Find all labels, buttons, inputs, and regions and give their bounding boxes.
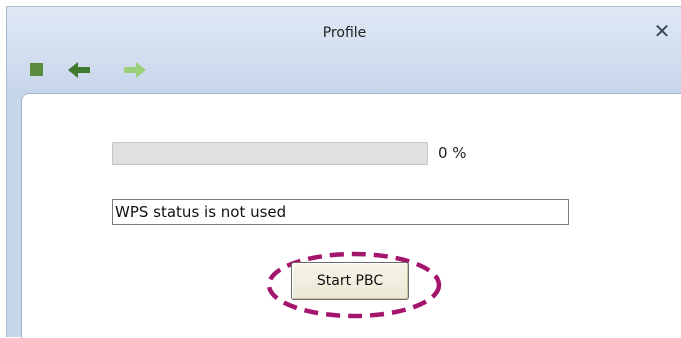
title-bar: Profile ✕	[7, 7, 681, 93]
wps-panel: 0 % WPS status is not used Start PBC	[21, 93, 681, 338]
forward-button[interactable]	[123, 59, 147, 85]
stop-icon	[30, 63, 43, 76]
stop-button[interactable]	[29, 59, 45, 85]
forward-arrow-icon	[124, 62, 146, 78]
window-title: Profile	[322, 25, 367, 41]
close-button[interactable]: ✕	[652, 21, 672, 41]
back-button[interactable]	[67, 59, 91, 85]
back-arrow-icon	[68, 62, 90, 78]
wps-progress-percent: 0 %	[438, 144, 467, 162]
wps-status-field: WPS status is not used	[112, 199, 569, 225]
start-pbc-button[interactable]: Start PBC	[291, 262, 409, 300]
profile-window: Profile ✕ 0 % WPS status is not used Sta…	[6, 6, 681, 338]
wps-progress-bar	[112, 142, 428, 165]
